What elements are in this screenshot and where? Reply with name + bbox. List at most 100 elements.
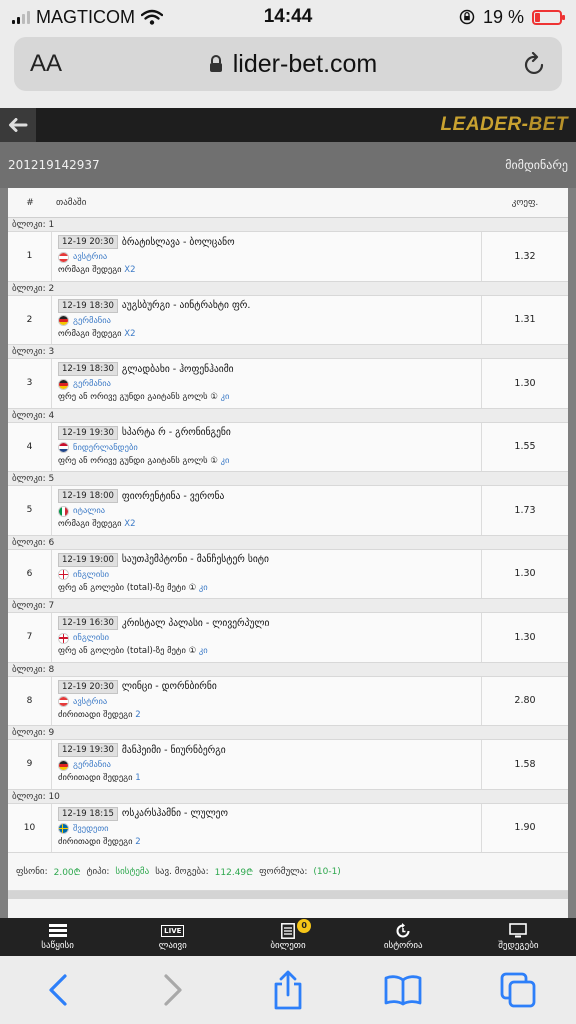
odd-value: 1.30 — [514, 568, 536, 580]
match-teams[interactable]: ბრატისლავა - ბოლცანო — [122, 237, 235, 248]
nav-results[interactable]: შედეგები — [461, 918, 576, 956]
site-header: LEADER-BET — [0, 108, 576, 142]
country-link[interactable]: ინგლისი — [73, 570, 109, 580]
nav-tickets[interactable]: 0 ბილეთი — [230, 918, 345, 956]
table-row[interactable]: 7 12-19 16:30 კრისტალ პალასი - ლივერპული ინ… — [8, 613, 568, 663]
match-time: 12-19 20:30 — [58, 235, 118, 249]
odd-value: 2.80 — [514, 695, 536, 707]
country-link[interactable]: ნიდერლანდები — [73, 443, 138, 453]
table-row[interactable]: 9 12-19 19:30 მანჰეიმი - ნიურნბერგი გერმანი… — [8, 740, 568, 790]
win-value: 112.49₾ — [214, 868, 254, 878]
market-name: ფრე ან ორივე გუნდი გაიტანს გოლს ① — [58, 455, 221, 466]
reload-button[interactable] — [508, 52, 562, 76]
country-link[interactable]: ავსტრია — [73, 252, 107, 262]
match-teams[interactable]: სპარტა რ - გრონინგენი — [122, 427, 231, 438]
table-row[interactable]: 8 12-19 20:30 ლინცი - დორნბირნი ავსტრია ძირი… — [8, 676, 568, 726]
match-time: 12-19 18:15 — [58, 806, 118, 821]
nav-history[interactable]: ისტორია — [346, 918, 461, 956]
formula-value: (10-1) — [313, 866, 341, 877]
country-link[interactable]: ავსტრია — [73, 697, 107, 707]
tabs-button[interactable] — [488, 965, 548, 1015]
share-button[interactable] — [258, 965, 318, 1015]
market-name: ძირითადი შედეგი — [58, 773, 136, 783]
table-row[interactable]: 3 12-19 18:30 გლადბახი - ჰოფენჰაიმი გერმანი… — [8, 359, 568, 409]
country-link[interactable]: გერმანია — [73, 316, 111, 326]
table-row[interactable]: 1 12-19 20:30 ბრატისლავა - ბოლცანო ავსტრია ო… — [8, 232, 568, 282]
row-number: 2 — [8, 295, 52, 344]
match-teams[interactable]: საუთჰემპტონი - მანჩესტერ სიტი — [122, 554, 269, 565]
type-label: ტიპი: — [86, 866, 110, 877]
bookmarks-button[interactable] — [373, 965, 433, 1015]
match-teams[interactable]: აუგსბურგი - აინტრახტი ფრ. — [122, 300, 250, 311]
ticket-status: მიმდინარე — [505, 158, 568, 172]
game-cell: 12-19 18:30 აუგსბურგი - აინტრახტი ფრ. გერმ… — [52, 295, 482, 344]
selection-pick: კი — [198, 582, 208, 593]
table-row[interactable]: 2 12-19 18:30 აუგსბურგი - აინტრახტი ფრ. გერ… — [8, 295, 568, 345]
market-name: ორმაგი შედეგი — [58, 265, 125, 275]
ticket-summary: ფსონი: 2.00₾ ტიპი: სისტემა სავ. მოგება: … — [8, 853, 568, 891]
selection-pick: X2 — [124, 328, 136, 339]
row-number: 1 — [8, 232, 52, 281]
ticket-count-badge: 0 — [297, 919, 312, 933]
market-name: ფრე ან ორივე გუნდი გაიტანს გოლს ① — [58, 392, 221, 402]
back-button[interactable] — [0, 108, 36, 142]
address-bar[interactable]: AA lider-bet.com — [14, 37, 562, 91]
table-row[interactable]: 5 12-19 18:00 ფიორენტინა - ვერონა იტალია ორმ… — [8, 486, 568, 536]
match-teams[interactable]: ოსკარსჰამნი - ლულეო — [122, 808, 228, 819]
odd-value: 1.90 — [514, 822, 536, 834]
odd-value: 1.31 — [514, 314, 536, 326]
row-number: 10 — [8, 803, 52, 852]
market-name: ძირითადი შედეგი — [58, 836, 136, 847]
nav-home[interactable]: საწყისი — [0, 918, 115, 956]
match-time: 12-19 19:30 — [58, 743, 118, 757]
selection-pick: კი — [220, 392, 230, 402]
ticket-id: 201219142937 — [8, 158, 100, 172]
england-flag-icon — [58, 632, 69, 644]
browser-address-area: AA lider-bet.com — [0, 34, 576, 100]
country-link[interactable]: გერმანია — [73, 379, 111, 389]
block-label: ბლოკი: 4 — [8, 408, 568, 423]
signal-icon — [12, 10, 30, 24]
clock: 14:44 — [263, 6, 313, 27]
stake-label: ფსონი: — [16, 866, 48, 877]
match-teams[interactable]: ლინცი - დორნბირნი — [122, 681, 217, 692]
leader-bet-logo[interactable]: LEADER-BET — [441, 114, 568, 136]
nav-live[interactable]: LIVE ლაივი — [115, 918, 230, 956]
game-cell: 12-19 20:30 ლინცი - დორნბირნი ავსტრია ძირით… — [52, 676, 482, 725]
market-name: ფრე ან გოლები (total)-ზე მეტი ① — [58, 582, 199, 593]
match-teams[interactable]: გლადბახი - ჰოფენჰაიმი — [122, 364, 234, 375]
country-link[interactable]: გერმანია — [73, 760, 111, 770]
selection-pick: კი — [198, 646, 208, 656]
column-number-header: # — [26, 197, 34, 208]
game-cell: 12-19 18:00 ფიორენტინა - ვერონა იტალია ორმა… — [52, 486, 482, 535]
match-time: 12-19 18:30 — [58, 362, 118, 376]
odd-value: 1.30 — [514, 631, 536, 643]
match-teams[interactable]: კრისტალ პალასი - ლივერპული — [122, 618, 270, 629]
row-number: 4 — [8, 422, 52, 471]
row-number: 7 — [8, 613, 52, 662]
table-row[interactable]: 6 12-19 19:00 საუთჰემპტონი - მანჩესტერ სიტ… — [8, 549, 568, 599]
austria-flag-icon — [58, 251, 69, 263]
netherlands-flag-icon — [58, 442, 69, 453]
url-text[interactable]: lider-bet.com — [233, 50, 378, 79]
row-number: 8 — [8, 676, 52, 725]
browser-forward-button[interactable] — [143, 965, 203, 1015]
browser-toolbar — [0, 956, 576, 1024]
table-row[interactable]: 4 12-19 19:30 სპარტა რ - გრონინგენი ნიდერლა… — [8, 422, 568, 472]
browser-back-button[interactable] — [28, 965, 88, 1015]
block-label: ბლოკი: 1 — [8, 218, 568, 232]
country-link[interactable]: ინგლისი — [73, 633, 109, 643]
text-size-button[interactable]: AA — [14, 50, 78, 78]
ticket-icon — [281, 923, 295, 939]
match-teams[interactable]: ფიორენტინა - ვერონა — [122, 491, 224, 502]
country-link[interactable]: შვედეთი — [73, 824, 109, 834]
germany-flag-icon — [58, 315, 69, 326]
country-link[interactable]: იტალია — [73, 506, 105, 516]
table-row[interactable]: 10 12-19 18:15 ოსკარსჰამნი - ლულეო შვედეთი ძ… — [8, 803, 568, 853]
selection-pick: 1 — [135, 773, 141, 783]
market-name: ძირითადი შედეგი — [58, 709, 136, 720]
book-icon — [384, 975, 422, 1006]
row-number: 5 — [8, 486, 52, 535]
match-teams[interactable]: მანჰეიმი - ნიურნბერგი — [122, 745, 226, 756]
tabs-icon — [500, 972, 536, 1008]
